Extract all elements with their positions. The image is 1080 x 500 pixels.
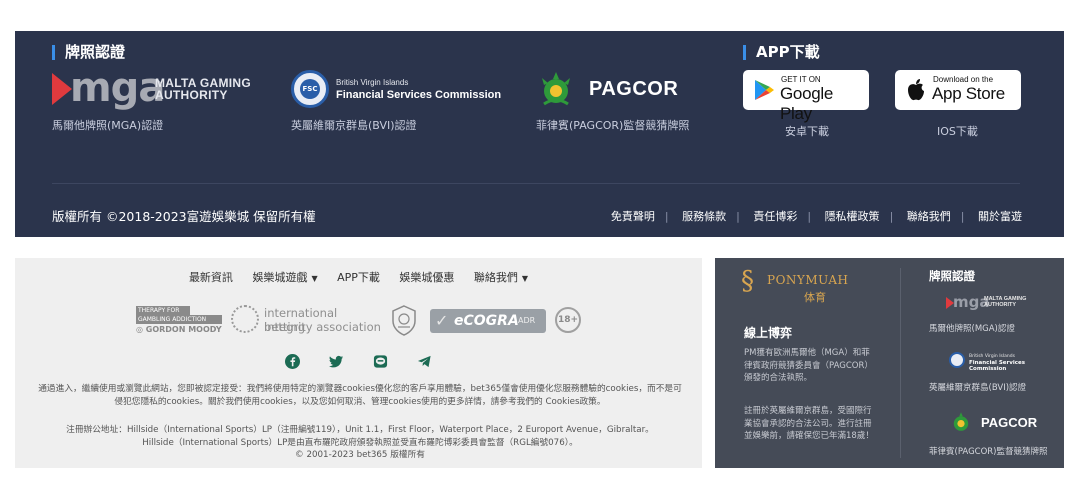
cookie-notice: 通過進入，繼續使用或瀏覽此網站，您即被認定接受：我們將使用特定的瀏覽器cooki… [38, 384, 682, 407]
menu-games[interactable]: 娛樂城遊戲 ▼ [252, 271, 317, 284]
mga-wordmark: mga [70, 65, 165, 111]
ponymuah-symbol-icon: § [741, 266, 754, 296]
chevron-down-icon: ▼ [521, 274, 529, 283]
social-links [15, 351, 702, 370]
ibia-badge[interactable]: international betting integrity associat… [231, 303, 381, 337]
gambling-commission-crest-icon[interactable] [389, 304, 419, 336]
app-title: APP下載 [743, 45, 820, 60]
mga-caption: 馬爾他牌照(MGA)認證 [52, 119, 164, 132]
online-gaming-heading: 線上博弈 [744, 326, 793, 340]
android-download-caption: 安卓下載 [785, 125, 829, 138]
mga-logo[interactable]: mga MALTA GAMING AUTHORITY [52, 65, 262, 113]
ponymuah-panel: § PONYMUAH 体育 線上博弈 PM獲有歐洲馬爾他（MGA）和菲律賓政府競… [715, 258, 1064, 468]
link-responsible-gaming[interactable]: 責任博彩 [753, 210, 797, 223]
mga-side-text: MALTA GAMING AUTHORITY [155, 76, 252, 102]
menu-contact[interactable]: 聯絡我們 ▼ [474, 271, 528, 284]
pm-mga-caption: 馬爾他牌照(MGA)認證 [929, 324, 1015, 334]
pm-registration-text: 註冊於英屬維爾京群島，受國際行業協會承認的合法公司。進行註冊並娛樂前，請確保您已… [744, 406, 874, 441]
link-contact[interactable]: 聯絡我們 [907, 210, 951, 223]
bvi-big-text: Financial Services Commission [336, 89, 502, 101]
mini-mga-logo[interactable]: mga MALTA GAMING AUTHORITY [946, 293, 1046, 311]
pm-bvi-caption: 英屬維爾京群島(BVI)認證 [929, 383, 1027, 393]
link-terms[interactable]: 服務條款 [682, 210, 726, 223]
link-privacy[interactable]: 隱私權政策 [825, 210, 880, 223]
bvi-caption: 英屬維爾京群島(BVI)認證 [291, 119, 417, 132]
google-play-button[interactable]: GET IT ON Google Play [743, 70, 869, 123]
ponymuah-logo[interactable]: § PONYMUAH 体育 [741, 266, 871, 306]
google-play-icon [755, 80, 774, 100]
mini-pagcor-wordmark: PAGCOR [981, 415, 1038, 430]
copyright-text: 版權所有 ©2018-2023富遊娛樂城 保留所有權 [52, 209, 316, 224]
menu-promotions[interactable]: 娛樂城優惠 [399, 271, 454, 284]
footer-menu: 最新資訊 娛樂城遊戲 ▼ APP下載 娛樂城優惠 聯絡我們 ▼ [15, 269, 702, 285]
pagcor-caption: 菲律賓(PAGCOR)監督競猜牌照 [536, 119, 690, 132]
mini-bvi-big-text: Financial Services Commission [969, 360, 1025, 372]
line-icon[interactable] [373, 354, 388, 369]
gordon-moody-badge[interactable]: THERAPY FOR GAMBLING ADDICTION ◎ GORDON … [136, 306, 222, 336]
ecogra-badge[interactable]: ✓ eCOGRA ADR [430, 309, 546, 333]
mini-pagcor-sun-icon[interactable] [949, 411, 973, 435]
chevron-down-icon: ▼ [311, 274, 318, 283]
pagcor-wordmark: PAGCOR [589, 78, 679, 100]
ios-download-caption: IOS下載 [937, 125, 978, 138]
pm-pagcor-caption: 菲律賓(PAGCOR)監督競猜牌照 [929, 447, 1048, 457]
license-footer: 牌照認證 mga MALTA GAMING AUTHORITY 馬爾他牌照(MG… [15, 31, 1064, 237]
mini-bvi-seal-icon[interactable] [949, 352, 965, 368]
app-store-button[interactable]: Download on the App Store [895, 70, 1021, 110]
registered-address: 注冊辦公地址：Hillside（International Sports）LP（… [66, 425, 654, 460]
bet365-footer: 最新資訊 娛樂城遊戲 ▼ APP下載 娛樂城優惠 聯絡我們 ▼ THERAPY FO… [15, 258, 702, 468]
menu-news[interactable]: 最新資訊 [189, 271, 233, 284]
bvi-seal-icon[interactable]: FSC [291, 70, 329, 108]
divider [52, 183, 1020, 184]
link-disclaimer[interactable]: 免責聲明 [611, 210, 655, 223]
link-about[interactable]: 關於富遊 [978, 210, 1022, 223]
footer-links: 免責聲明 | 服務條款 | 責任博彩 | 隱私權政策 | 聯絡我們 | 關於富遊 [610, 210, 1022, 223]
telegram-icon[interactable] [417, 354, 432, 369]
licenses-title: 牌照認證 [52, 45, 125, 60]
check-icon: ✓ [435, 311, 449, 330]
menu-app-download[interactable]: APP下載 [337, 271, 380, 284]
pagcor-sun-icon[interactable] [536, 70, 576, 110]
pm-licenses-title: 牌照認證 [929, 269, 975, 283]
bvi-small-text: British Virgin Islands [336, 78, 409, 87]
pm-license-text: PM獲有歐洲馬爾他（MGA）和菲律賓政府競猜委員會（PAGCOR）頒發的合法執照… [744, 348, 873, 383]
apple-icon [908, 79, 924, 101]
facebook-icon[interactable] [284, 354, 300, 369]
divider [900, 268, 901, 458]
twitter-icon[interactable] [328, 354, 344, 369]
mini-bvi-small-text: British Virgin Islands [969, 354, 1015, 359]
mga-arrow-icon [52, 73, 72, 105]
ibia-globe-icon [231, 305, 259, 333]
age-18-badge: 18+ [555, 307, 581, 333]
